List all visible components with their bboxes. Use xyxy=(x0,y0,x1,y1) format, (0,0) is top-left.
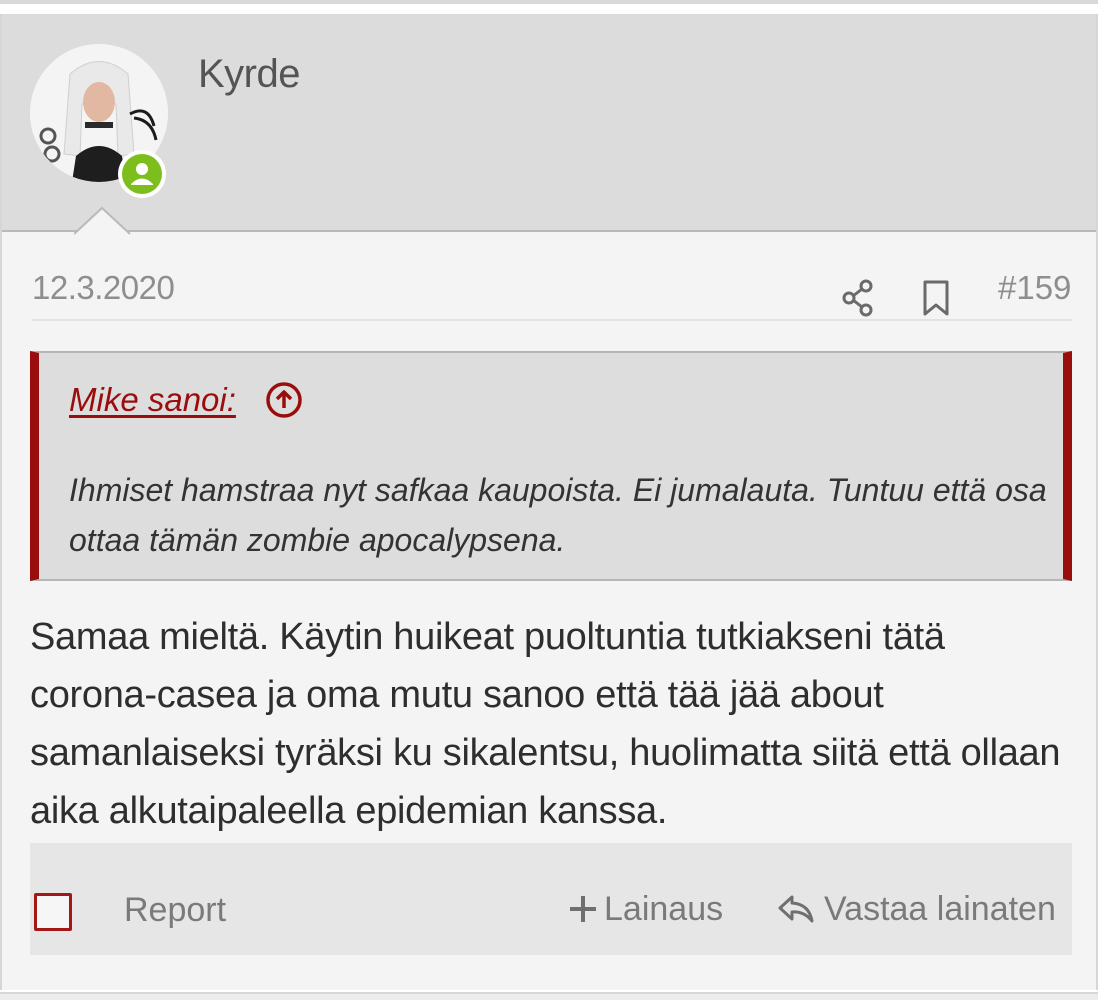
quote-block: Mike sanoi: Ihmiset hamstraa nyt safkaa … xyxy=(30,351,1072,581)
post-user-header: Kyrde xyxy=(2,14,1096,235)
post-actions-bar: Report Lainaus Vastaa lainaten xyxy=(30,843,1072,955)
quote-button-label: Lainaus xyxy=(604,889,724,928)
plus-icon xyxy=(570,896,596,922)
quote-text: Ihmiset hamstraa nyt safkaa kaupoista. E… xyxy=(69,472,1047,558)
user-icon xyxy=(131,163,153,185)
select-post-checkbox[interactable] xyxy=(34,893,72,931)
quote-button[interactable]: Lainaus xyxy=(570,887,723,931)
bottom-divider xyxy=(0,992,1098,1000)
forum-post: Kyrde 12.3.2020 #159 Mike sanoi: Ihmiset… xyxy=(0,14,1098,990)
username[interactable]: Kyrde xyxy=(198,52,301,97)
post-body: Samaa mieltä. Käytin huikeat puoltuntia … xyxy=(30,616,1061,832)
reply-button-label: Vastaa lainaten xyxy=(824,889,1056,928)
bookmark-icon[interactable] xyxy=(920,278,952,318)
share-icon[interactable] xyxy=(840,278,876,318)
arrow-up-circle-icon[interactable] xyxy=(265,381,303,419)
quote-author-link[interactable]: Mike sanoi: xyxy=(69,381,236,419)
reply-icon xyxy=(778,895,814,923)
online-status-badge xyxy=(118,150,166,198)
reply-with-quote-button[interactable]: Vastaa lainaten xyxy=(776,887,1056,931)
post-number[interactable]: #159 xyxy=(998,269,1071,307)
top-divider xyxy=(0,0,1098,4)
post-date[interactable]: 12.3.2020 xyxy=(32,269,175,307)
header-pointer xyxy=(74,206,131,235)
meta-divider xyxy=(32,319,1072,321)
report-button[interactable]: Report xyxy=(124,891,226,930)
